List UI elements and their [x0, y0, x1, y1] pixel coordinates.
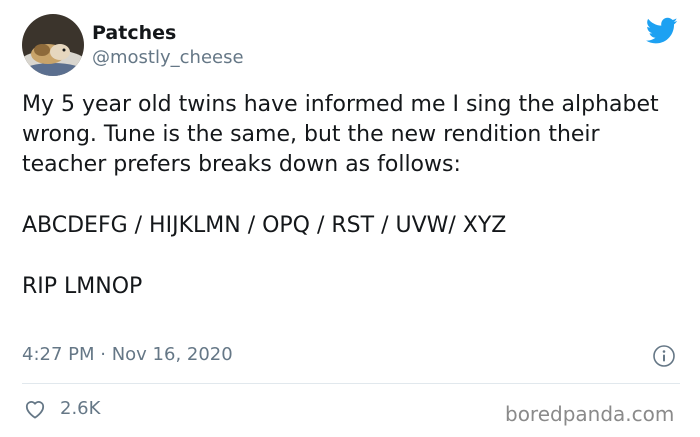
tweet-card: Patches @mostly_cheese My 5 year old twi…: [0, 0, 700, 437]
divider: [22, 383, 680, 384]
tweet-paragraph: ABCDEFG / HIJKLMN / OPQ / RST / UVW/ XYZ: [22, 213, 507, 238]
info-icon[interactable]: [652, 344, 676, 368]
user-handle[interactable]: @mostly_cheese: [92, 47, 244, 69]
avatar[interactable]: [22, 14, 84, 76]
twitter-bird-icon[interactable]: [645, 17, 678, 45]
tweet-paragraph: My 5 year old twins have informed me I s…: [22, 92, 659, 177]
like-count[interactable]: 2.6K: [60, 398, 100, 420]
tweet-paragraph: RIP LMNOP: [22, 274, 143, 299]
watermark: boredpanda.com: [505, 402, 675, 426]
display-name[interactable]: Patches: [92, 21, 176, 45]
heart-icon[interactable]: [24, 399, 46, 419]
tweet-text: My 5 year old twins have informed me I s…: [22, 90, 662, 302]
tweet-timestamp[interactable]: 4:27 PM · Nov 16, 2020: [22, 344, 233, 366]
